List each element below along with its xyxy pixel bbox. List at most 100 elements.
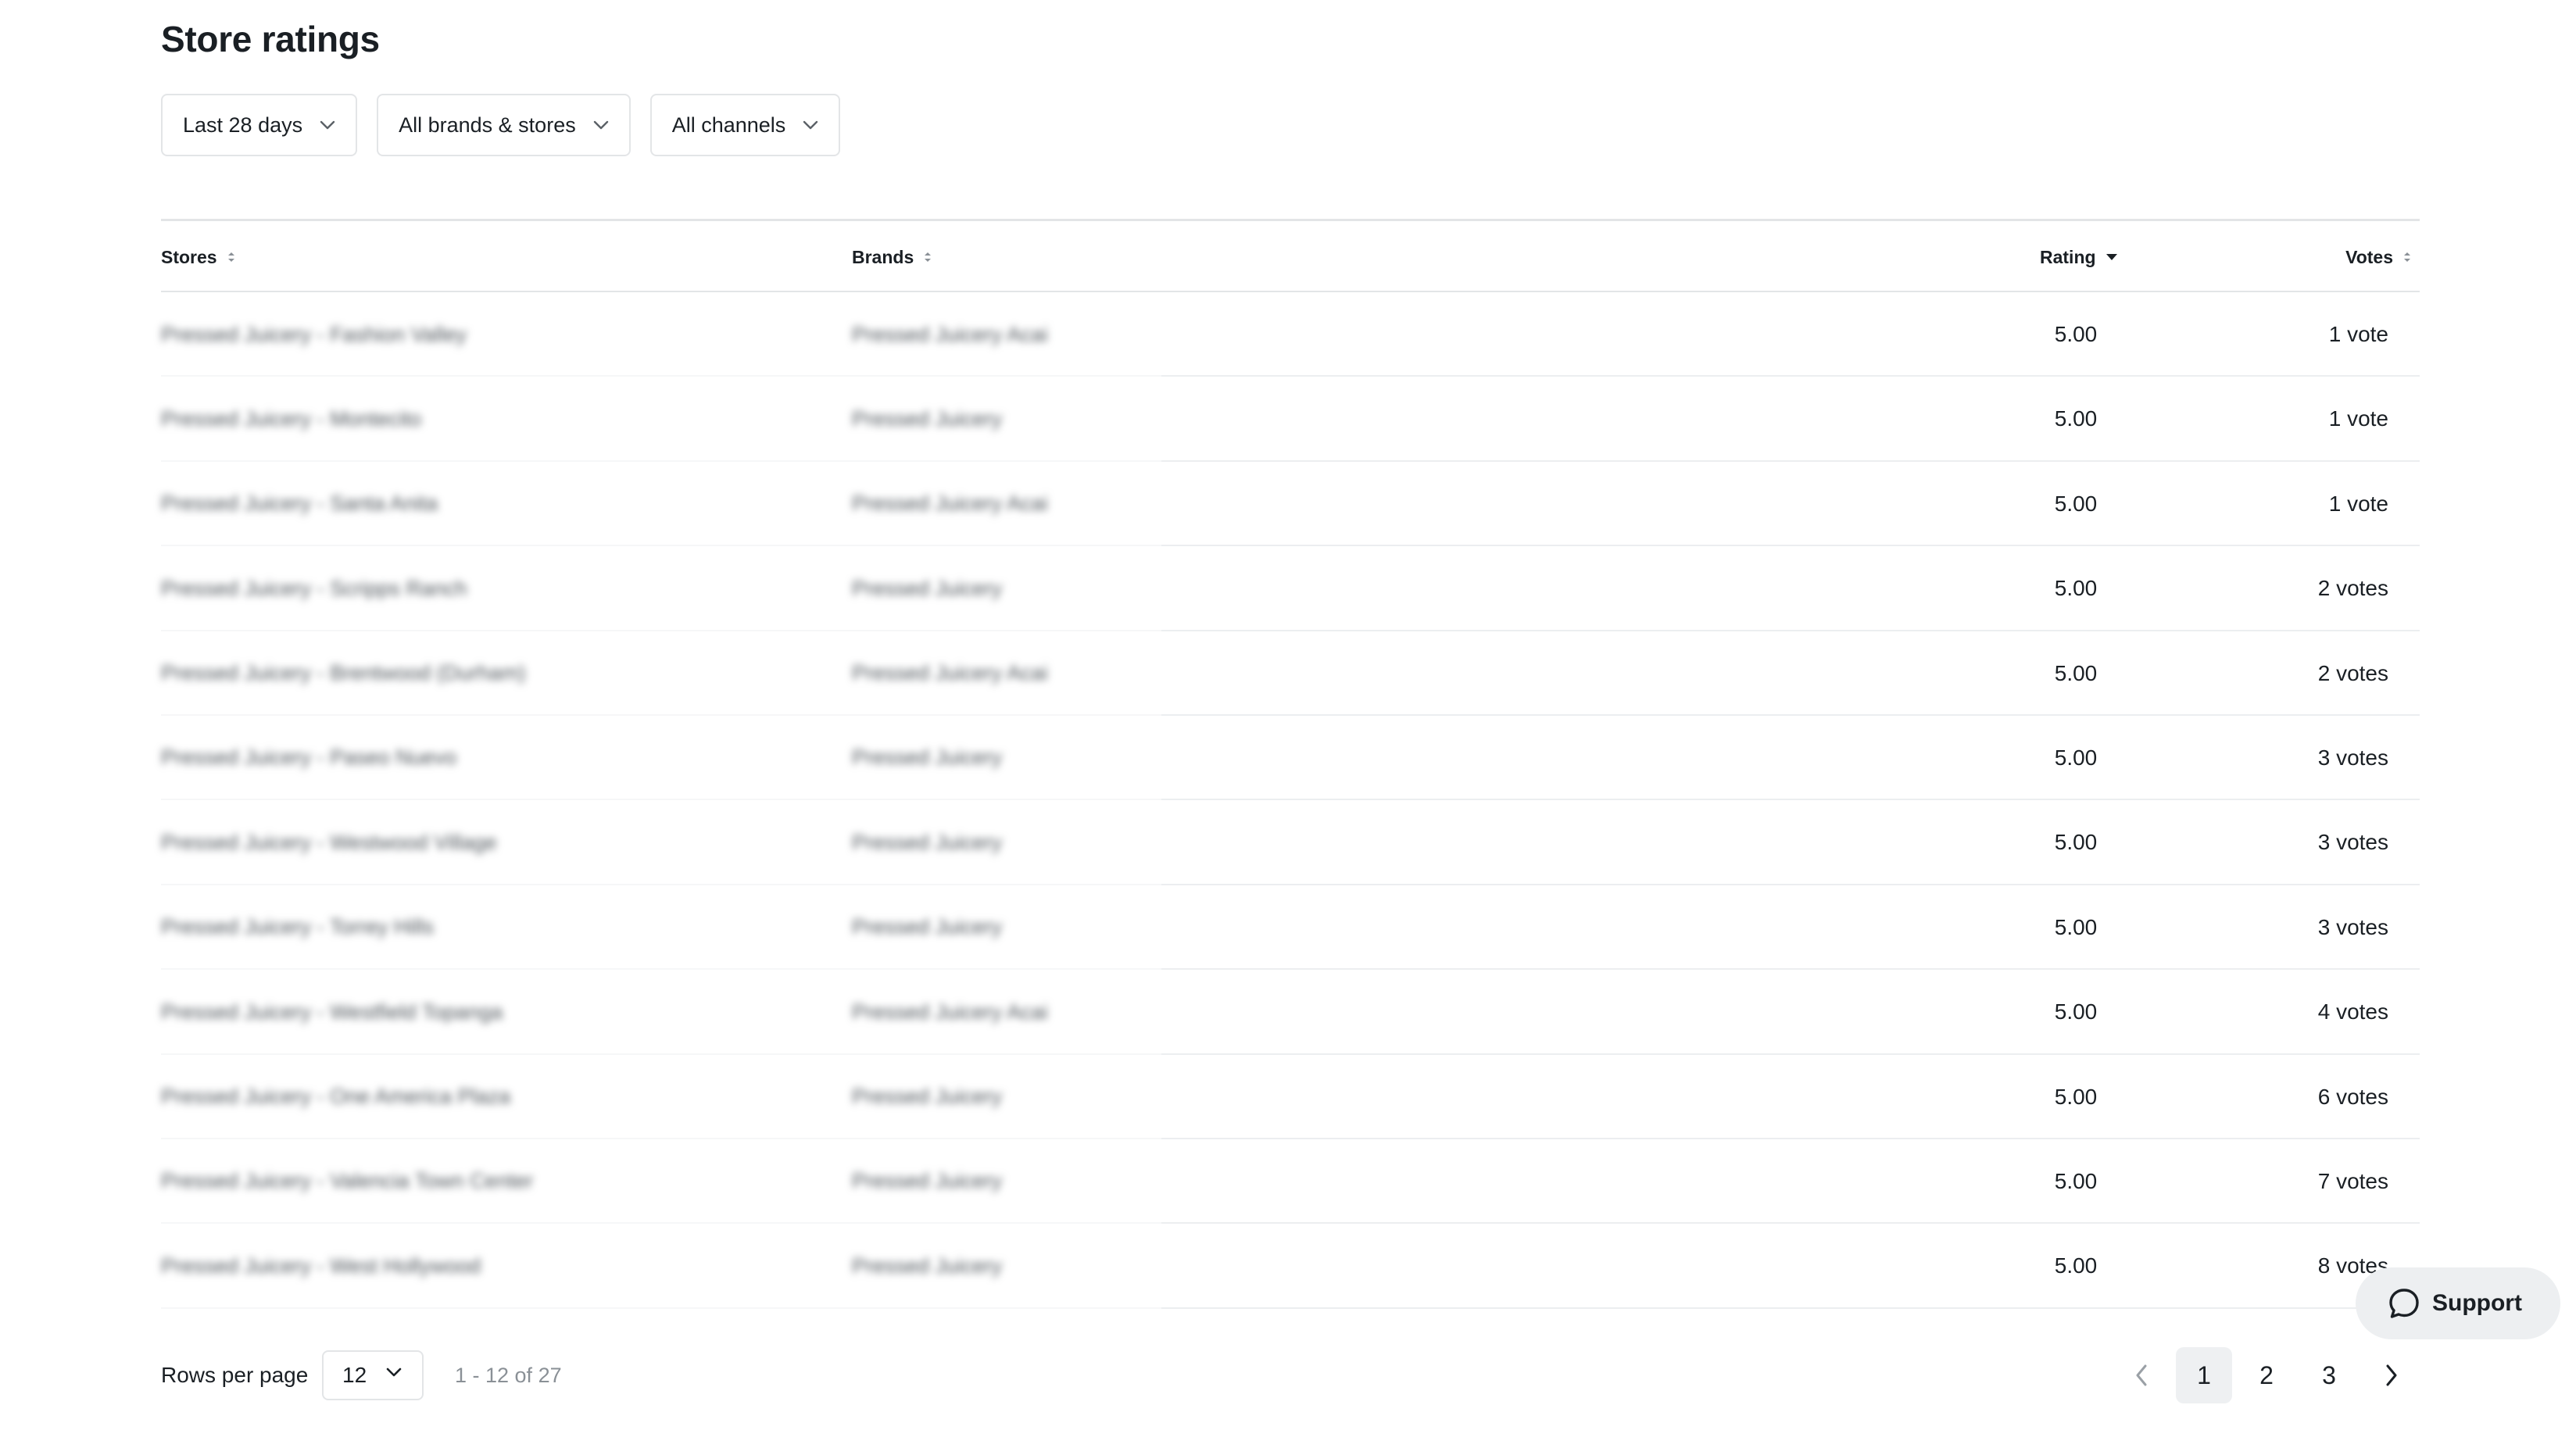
ratings-table: Stores Brands Rating Votes Pressed Juice… bbox=[161, 219, 2420, 1310]
votes-count: 6 votes bbox=[2317, 1084, 2388, 1109]
brand-name: Pressed Juicery bbox=[852, 1085, 1003, 1109]
rating-value: 5.00 bbox=[2054, 576, 2098, 601]
sort-icon bbox=[2402, 250, 2412, 264]
column-header-label: Stores bbox=[161, 246, 217, 267]
rating-value: 5.00 bbox=[2054, 830, 2098, 855]
rating-value: 5.00 bbox=[2054, 406, 2098, 431]
table-row[interactable]: Pressed Juicery - Valencia Town Center P… bbox=[161, 1139, 2420, 1224]
votes-count: 3 votes bbox=[2317, 745, 2388, 770]
column-header-label: Brands bbox=[852, 246, 914, 267]
column-header-label: Rating bbox=[2040, 246, 2096, 267]
votes-count: 7 votes bbox=[2317, 1168, 2388, 1193]
caret-down-icon bbox=[2106, 252, 2118, 262]
chevron-left-icon bbox=[2136, 1364, 2147, 1386]
store-name: Pressed Juicery - Brentwood (Durham) bbox=[161, 661, 526, 685]
brand-name: Pressed Juicery bbox=[852, 1169, 1003, 1193]
store-name: Pressed Juicery - Santa Anita bbox=[161, 492, 438, 516]
column-header-label: Votes bbox=[2345, 246, 2393, 267]
channels-filter[interactable]: All channels bbox=[649, 94, 841, 156]
store-name: Pressed Juicery - Torrey Hills bbox=[161, 915, 435, 939]
rating-value: 5.00 bbox=[2054, 322, 2098, 346]
votes-count: 1 vote bbox=[2328, 491, 2388, 516]
support-button[interactable]: Support bbox=[2356, 1267, 2560, 1339]
store-name: Pressed Juicery - Valencia Town Center bbox=[161, 1169, 534, 1193]
table-row[interactable]: Pressed Juicery - Westwood Village Press… bbox=[161, 800, 2420, 886]
votes-count: 2 votes bbox=[2317, 660, 2388, 685]
column-header-rating[interactable]: Rating bbox=[2040, 221, 2118, 293]
channels-filter-label: All channels bbox=[671, 113, 786, 137]
chevron-down-icon bbox=[320, 120, 335, 130]
previous-page-button[interactable] bbox=[2113, 1347, 2170, 1403]
votes-count: 4 votes bbox=[2317, 999, 2388, 1024]
chat-bubble-icon bbox=[2389, 1289, 2419, 1318]
chevron-right-icon bbox=[2386, 1364, 2397, 1386]
column-header-votes[interactable]: Votes bbox=[2345, 221, 2412, 293]
rating-value: 5.00 bbox=[2054, 1253, 2098, 1278]
table-row[interactable]: Pressed Juicery - Santa Anita Pressed Ju… bbox=[161, 462, 2420, 547]
brand-name: Pressed Juicery bbox=[852, 745, 1003, 770]
votes-count: 1 vote bbox=[2328, 322, 2388, 346]
votes-count: 2 votes bbox=[2317, 576, 2388, 601]
store-name: Pressed Juicery - West Hollywood bbox=[161, 1253, 481, 1278]
sort-icon bbox=[227, 250, 236, 264]
table-row[interactable]: Pressed Juicery - Montecito Pressed Juic… bbox=[161, 377, 2420, 463]
table-row[interactable]: Pressed Juicery - Westfield Topanga Pres… bbox=[161, 970, 2420, 1055]
pagination-range: 1 - 12 of 27 bbox=[455, 1363, 562, 1387]
page-button-3[interactable]: 3 bbox=[2301, 1347, 2357, 1403]
brands-stores-filter[interactable]: All brands & stores bbox=[377, 94, 631, 156]
brand-name: Pressed Juicery Acai bbox=[852, 999, 1048, 1024]
chevron-down-icon bbox=[386, 1367, 402, 1377]
table-row[interactable]: Pressed Juicery - Torrey Hills Pressed J… bbox=[161, 885, 2420, 971]
table-body: Pressed Juicery - Fashion Valley Pressed… bbox=[161, 292, 2420, 1310]
brand-name: Pressed Juicery Acai bbox=[852, 492, 1048, 516]
page-title: Store ratings bbox=[161, 19, 380, 59]
store-name: Pressed Juicery - Westwood Village bbox=[161, 830, 497, 854]
rows-per-page-value: 12 bbox=[342, 1363, 367, 1387]
page-button-2[interactable]: 2 bbox=[2238, 1347, 2295, 1403]
store-name: Pressed Juicery - Montecito bbox=[161, 406, 422, 431]
rows-per-page-label: Rows per page bbox=[161, 1363, 309, 1387]
store-name: Pressed Juicery - One America Plaza bbox=[161, 1085, 511, 1109]
brand-name: Pressed Juicery Acai bbox=[852, 322, 1048, 346]
votes-count: 3 votes bbox=[2317, 830, 2388, 855]
rating-value: 5.00 bbox=[2054, 745, 2098, 770]
store-name: Pressed Juicery - Westfield Topanga bbox=[161, 999, 503, 1024]
brand-name: Pressed Juicery bbox=[852, 1253, 1003, 1278]
brands-stores-filter-label: All brands & stores bbox=[399, 113, 576, 137]
rating-value: 5.00 bbox=[2054, 660, 2098, 685]
chevron-down-icon bbox=[803, 120, 818, 130]
filter-bar: Last 28 days All brands & stores All cha… bbox=[161, 94, 841, 156]
page-button-1[interactable]: 1 bbox=[2176, 1347, 2232, 1403]
table-footer: Rows per page 12 1 - 12 of 27 1 2 3 bbox=[161, 1344, 2420, 1407]
table-row[interactable]: Pressed Juicery - Paseo Nuevo Pressed Ju… bbox=[161, 716, 2420, 801]
column-header-stores[interactable]: Stores bbox=[161, 221, 236, 293]
rating-value: 5.00 bbox=[2054, 999, 2098, 1024]
table-header: Stores Brands Rating Votes bbox=[161, 219, 2420, 292]
column-header-brands[interactable]: Brands bbox=[852, 221, 932, 293]
table-row[interactable]: Pressed Juicery - One America Plaza Pres… bbox=[161, 1055, 2420, 1140]
table-row[interactable]: Pressed Juicery - Scripps Ranch Pressed … bbox=[161, 546, 2420, 631]
chevron-down-icon bbox=[593, 120, 609, 130]
table-row[interactable]: Pressed Juicery - West Hollywood Pressed… bbox=[161, 1224, 2420, 1310]
pagination: 1 2 3 bbox=[2107, 1344, 2420, 1407]
brand-name: Pressed Juicery Acai bbox=[852, 661, 1048, 685]
store-name: Pressed Juicery - Fashion Valley bbox=[161, 322, 467, 346]
table-row[interactable]: Pressed Juicery - Brentwood (Durham) Pre… bbox=[161, 631, 2420, 717]
votes-count: 1 vote bbox=[2328, 406, 2388, 431]
rating-value: 5.00 bbox=[2054, 1168, 2098, 1193]
store-name: Pressed Juicery - Scripps Ranch bbox=[161, 576, 467, 600]
date-range-filter[interactable]: Last 28 days bbox=[161, 94, 358, 156]
rating-value: 5.00 bbox=[2054, 491, 2098, 516]
brand-name: Pressed Juicery bbox=[852, 576, 1003, 600]
store-name: Pressed Juicery - Paseo Nuevo bbox=[161, 745, 457, 770]
rows-per-page-select[interactable]: 12 bbox=[322, 1350, 424, 1400]
sort-icon bbox=[923, 250, 932, 264]
brand-name: Pressed Juicery bbox=[852, 830, 1003, 854]
rating-value: 5.00 bbox=[2054, 1084, 2098, 1109]
date-range-filter-label: Last 28 days bbox=[183, 113, 303, 137]
votes-count: 3 votes bbox=[2317, 914, 2388, 939]
rating-value: 5.00 bbox=[2054, 914, 2098, 939]
table-row[interactable]: Pressed Juicery - Fashion Valley Pressed… bbox=[161, 292, 2420, 377]
next-page-button[interactable] bbox=[2363, 1347, 2420, 1403]
brand-name: Pressed Juicery bbox=[852, 406, 1003, 431]
